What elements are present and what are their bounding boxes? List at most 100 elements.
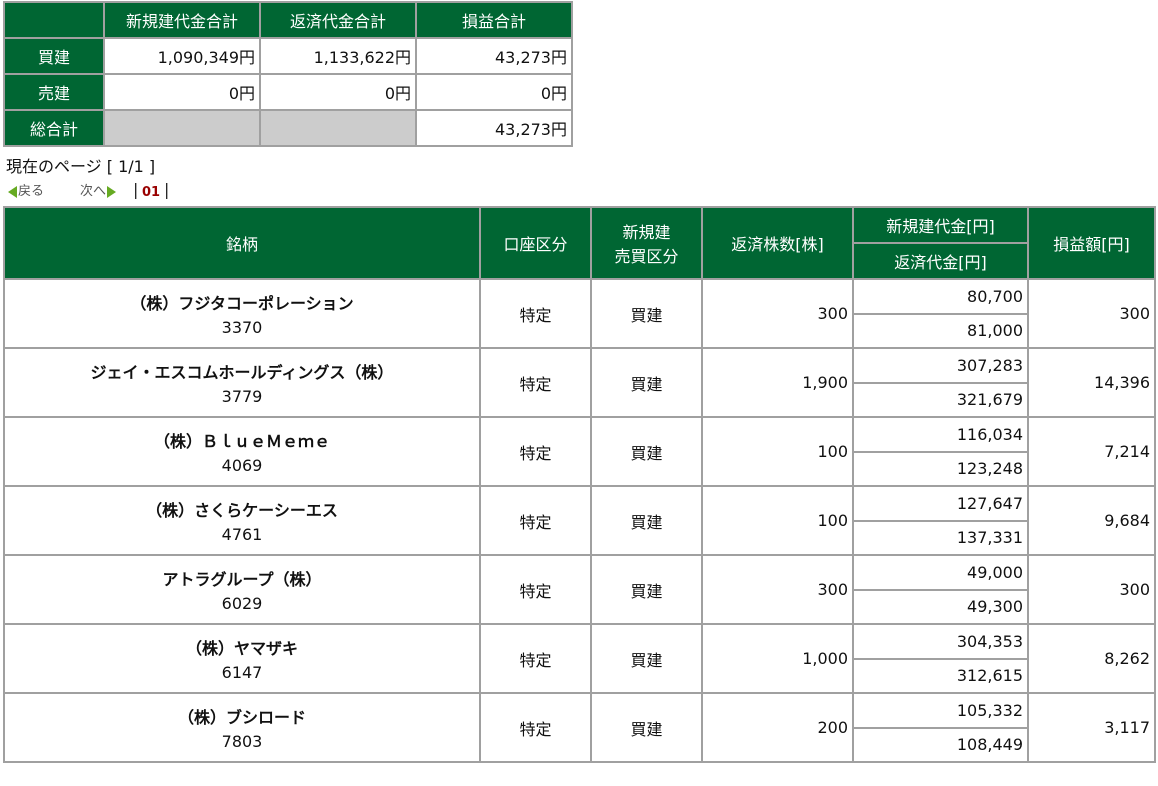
next-page-label: 次へ — [80, 184, 107, 199]
triangle-left-icon — [8, 185, 17, 198]
pl-cell: 14,396 — [1029, 349, 1154, 416]
qty-cell: 1,000 — [703, 625, 852, 692]
stock-name: （株）さくらケーシーエス — [146, 501, 338, 520]
summary-row-buy: 買建 1,090,349円 1,133,622円 43,273円 — [5, 39, 571, 73]
stock-name: アトラグループ（株） — [162, 570, 322, 589]
summary-header-row: 新規建代金合計 返済代金合計 損益合計 — [5, 3, 571, 37]
close-amount-cell: 137,331 — [854, 521, 1027, 554]
header-side-line2: 売買区分 — [614, 247, 679, 266]
stock-name: （株）ヤマザキ — [185, 639, 298, 658]
stock-code: 7803 — [221, 732, 263, 751]
stock-code: 3370 — [221, 318, 263, 337]
qty-cell: 300 — [703, 280, 852, 347]
close-amount-cell: 123,248 — [854, 452, 1027, 485]
summary-cell-pl: 0円 — [417, 75, 571, 109]
pl-cell: 7,214 — [1029, 418, 1154, 485]
positions-header-row: 銘柄 口座区分 新規建 売買区分 返済株数[株] 新規建代金[円] 損益額[円] — [5, 208, 1154, 278]
summary-cell-total-pl: 43,273円 — [417, 111, 571, 145]
summary-cell-close-amount: 0円 — [261, 75, 415, 109]
stock-code: 4761 — [221, 525, 263, 544]
close-amount-cell: 81,000 — [854, 314, 1027, 347]
summary-row-label: 売建 — [5, 75, 103, 109]
account-cell: 特定 — [481, 349, 590, 416]
table-row: （株）ＢｌｕｅＭｅｍｅ 4069 特定 買建 100 116,034 7,214 — [5, 418, 1154, 485]
table-row: （株）ヤマザキ 6147 特定 買建 1,000 304,353 8,262 — [5, 625, 1154, 692]
stock-name: （株）ブシロード — [177, 708, 306, 727]
summary-row-sell: 売建 0円 0円 0円 — [5, 75, 571, 109]
table-row: （株）さくらケーシーエス 4761 特定 買建 100 127,647 9,684 — [5, 487, 1154, 554]
close-amount-cell: 49,300 — [854, 590, 1027, 623]
summary-row-label: 買建 — [5, 39, 103, 73]
prev-page-label: 戻る — [18, 184, 45, 199]
header-side: 新規建 売買区分 — [592, 208, 701, 278]
header-new-amount: 新規建代金[円] — [854, 208, 1027, 242]
new-amount-cell: 304,353 — [854, 625, 1027, 658]
table-row: アトラグループ（株） 6029 特定 買建 300 49,000 300 — [5, 556, 1154, 623]
summary-cell-close-amount: 1,133,622円 — [261, 39, 415, 73]
stock-cell: （株）ブシロード 7803 — [5, 694, 479, 761]
new-amount-cell: 49,000 — [854, 556, 1027, 589]
account-cell: 特定 — [481, 694, 590, 761]
page-separator: | — [133, 180, 139, 199]
summary-row-label: 総合計 — [5, 111, 103, 145]
summary-cell-pl: 43,273円 — [417, 39, 571, 73]
stock-cell: アトラグループ（株） 6029 — [5, 556, 479, 623]
qty-cell: 100 — [703, 487, 852, 554]
header-qty: 返済株数[株] — [703, 208, 852, 278]
account-cell: 特定 — [481, 487, 590, 554]
stock-name: （株）ＢｌｕｅＭｅｍｅ — [153, 432, 330, 451]
stock-name: ジェイ・エスコムホールディングス（株） — [90, 363, 394, 382]
stock-cell: （株）ヤマザキ 6147 — [5, 625, 479, 692]
stock-cell: （株）さくらケーシーエス 4761 — [5, 487, 479, 554]
stock-cell: （株）ＢｌｕｅＭｅｍｅ 4069 — [5, 418, 479, 485]
positions-body: （株）フジタコーポレーション 3370 特定 買建 300 80,700 300 81,000… — [5, 280, 1154, 761]
summary-table: 新規建代金合計 返済代金合計 損益合計 買建 1,090,349円 1,133,… — [3, 1, 573, 147]
pl-cell: 300 — [1029, 556, 1154, 623]
pl-cell: 3,117 — [1029, 694, 1154, 761]
header-side-line1: 新規建 — [622, 223, 671, 242]
account-cell: 特定 — [481, 418, 590, 485]
stock-cell: （株）フジタコーポレーション 3370 — [5, 280, 479, 347]
header-account: 口座区分 — [481, 208, 590, 278]
qty-cell: 300 — [703, 556, 852, 623]
pl-cell: 9,684 — [1029, 487, 1154, 554]
next-page-link[interactable]: 次へ — [80, 180, 117, 199]
summary-row-total: 総合計 43,273円 — [5, 111, 571, 145]
summary-cell-new-amount: 1,090,349円 — [105, 39, 259, 73]
new-amount-cell: 116,034 — [854, 418, 1027, 451]
side-cell: 買建 — [592, 349, 701, 416]
header-stock: 銘柄 — [5, 208, 479, 278]
summary-corner — [5, 3, 103, 37]
table-row: （株）フジタコーポレーション 3370 特定 買建 300 80,700 300 — [5, 280, 1154, 347]
qty-cell: 100 — [703, 418, 852, 485]
prev-page-link[interactable]: 戻る — [8, 180, 44, 199]
table-row: ジェイ・エスコムホールディングス（株） 3779 特定 買建 1,900 307,283 1… — [5, 349, 1154, 416]
stock-cell: ジェイ・エスコムホールディングス（株） 3779 — [5, 349, 479, 416]
pl-cell: 8,262 — [1029, 625, 1154, 692]
pl-cell: 300 — [1029, 280, 1154, 347]
stock-code: 6147 — [221, 663, 263, 682]
summary-header-pl: 損益合計 — [417, 3, 571, 37]
side-cell: 買建 — [592, 556, 701, 623]
table-row: （株）ブシロード 7803 特定 買建 200 105,332 3,117 — [5, 694, 1154, 761]
side-cell: 買建 — [592, 487, 701, 554]
summary-header-close-amount: 返済代金合計 — [261, 3, 415, 37]
positions-table: 銘柄 口座区分 新規建 売買区分 返済株数[株] 新規建代金[円] 損益額[円]… — [3, 206, 1156, 763]
new-amount-cell: 127,647 — [854, 487, 1027, 520]
stock-name: （株）フジタコーポレーション — [130, 294, 354, 313]
stock-code: 4069 — [221, 456, 263, 475]
summary-header-new-amount: 新規建代金合計 — [105, 3, 259, 37]
side-cell: 買建 — [592, 418, 701, 485]
side-cell: 買建 — [592, 625, 701, 692]
side-cell: 買建 — [592, 280, 701, 347]
new-amount-cell: 307,283 — [854, 349, 1027, 382]
close-amount-cell: 321,679 — [854, 383, 1027, 416]
header-close-amount: 返済代金[円] — [854, 244, 1027, 278]
new-amount-cell: 105,332 — [854, 694, 1027, 727]
page-number-link[interactable]: 01 — [142, 185, 160, 200]
triangle-right-icon — [107, 185, 117, 198]
page-separator: | — [164, 180, 170, 199]
summary-cell-new-amount: 0円 — [105, 75, 259, 109]
close-amount-cell: 108,449 — [854, 728, 1027, 761]
account-cell: 特定 — [481, 625, 590, 692]
